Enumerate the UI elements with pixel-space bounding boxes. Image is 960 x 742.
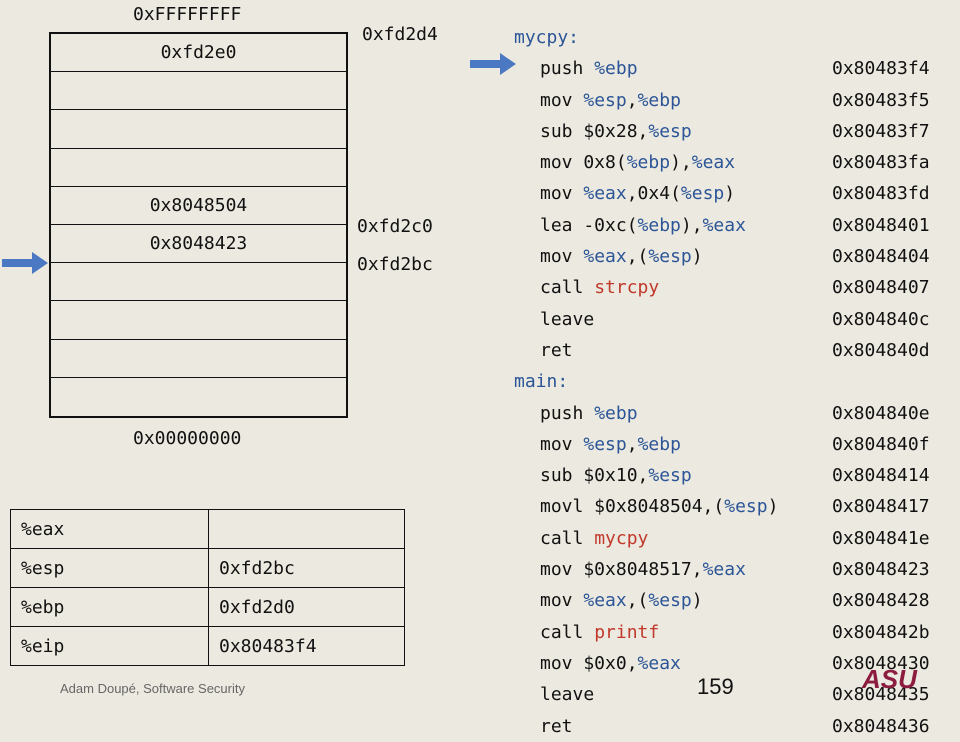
stack-cell — [51, 340, 346, 378]
asm-instruction: mov %eax,0x4(%esp) — [540, 183, 736, 205]
asm-instruction-row: push %ebp 0x80483f4 — [514, 53, 954, 84]
asm-instruction-row: mov %eax,(%esp) 0x8048428 — [514, 585, 954, 616]
stack-cell: 0x8048504 — [51, 187, 346, 225]
stack-cell: 0x8048423 — [51, 225, 346, 264]
asm-instruction-row: call mycpy 0x804841e — [514, 523, 954, 554]
asm-address: 0x804842b — [832, 621, 930, 643]
asm-instruction-row: ret 0x8048436 — [514, 711, 954, 742]
stack-cell — [51, 149, 346, 187]
footer-author: Adam Doupé, Software Security — [60, 681, 245, 696]
asm-address: 0x8048414 — [832, 465, 930, 487]
asm-instruction: sub $0x10,%esp — [540, 465, 692, 487]
asm-instruction: call strcpy — [540, 277, 660, 299]
asm-instruction-row: mov %eax,0x4(%esp) 0x80483fd — [514, 178, 954, 209]
asm-instruction-row: mov %esp,%ebp 0x80483f5 — [514, 85, 954, 116]
asm-address: 0x8048417 — [832, 496, 930, 518]
stack-diagram: 0xfd2e0 0x8048504 0x8048423 — [49, 32, 348, 418]
asm-address: 0x80483fa — [832, 152, 930, 174]
asm-instruction: mov 0x8(%ebp),%eax — [540, 152, 736, 174]
register-value: 0x80483f4 — [208, 626, 405, 666]
asm-instruction: mov %esp,%ebp — [540, 433, 681, 455]
asm-instruction-row: push %ebp 0x804840e — [514, 398, 954, 429]
assembly-listing: mycpy: push %ebp 0x80483f4 mov %esp,%ebp 0x8… — [514, 22, 954, 742]
asm-instruction: mov $0x8048517,%eax — [540, 559, 746, 581]
register-row: %ebp 0xfd2d0 — [10, 587, 405, 627]
asm-instruction: push %ebp — [540, 58, 638, 80]
stack-cell — [51, 301, 346, 340]
asm-address: 0x80483f4 — [832, 58, 930, 80]
asm-address: 0x804840e — [832, 402, 930, 424]
addr-label-fd2bc: 0xfd2bc — [357, 254, 433, 275]
asm-label-text: main: — [514, 371, 569, 393]
asm-address: 0x8048428 — [832, 590, 930, 612]
asm-instruction: lea -0xc(%ebp),%eax — [540, 214, 746, 236]
asm-instruction: mov %eax,(%esp) — [540, 246, 703, 268]
asm-instruction: call mycpy — [540, 527, 649, 549]
asm-instruction: mov %eax,(%esp) — [540, 590, 703, 612]
stack-top-label: 0xFFFFFFFF — [133, 4, 242, 25]
stack-cell — [51, 72, 346, 111]
asm-instruction: leave — [540, 308, 595, 330]
register-name: %eax — [10, 509, 209, 549]
asm-address: 0x804841e — [832, 527, 930, 549]
asm-instruction: leave — [540, 684, 595, 706]
register-row: %esp 0xfd2bc — [10, 548, 405, 588]
asm-instruction: movl $0x8048504,(%esp) — [540, 496, 779, 518]
stack-pointer-arrow-icon — [2, 252, 48, 274]
asm-instruction: ret — [540, 339, 573, 361]
addr-label-fd2c0: 0xfd2c0 — [357, 216, 433, 237]
asm-instruction-row: sub $0x10,%esp 0x8048414 — [514, 460, 954, 491]
asm-label-text: mycpy: — [514, 27, 580, 48]
stack-cell — [51, 263, 346, 302]
register-value: 0xfd2bc — [208, 548, 405, 588]
asm-function-label: mycpy: — [514, 22, 954, 53]
asm-instruction: push %ebp — [540, 402, 638, 424]
addr-label-fd2d4: 0xfd2d4 — [362, 24, 438, 45]
asm-address: 0x804840d — [832, 339, 930, 361]
asm-address: 0x8048401 — [832, 214, 930, 236]
asm-instruction-row: mov %eax,(%esp) 0x8048404 — [514, 241, 954, 272]
page-number: 159 — [697, 674, 734, 699]
stack-bottom-label: 0x00000000 — [133, 428, 242, 449]
asm-function-label: main: — [514, 366, 954, 397]
asm-instruction-row: leave 0x804840c — [514, 304, 954, 335]
register-name: %ebp — [10, 587, 209, 627]
asm-address: 0x8048404 — [832, 246, 930, 268]
asm-instruction-row: movl $0x8048504,(%esp) 0x8048417 — [514, 491, 954, 522]
stack-cell: 0xfd2e0 — [51, 34, 346, 73]
asm-address: 0x8048436 — [832, 715, 930, 737]
asm-instruction: sub $0x28,%esp — [540, 120, 692, 142]
register-name: %eip — [10, 626, 209, 666]
asm-instruction: call printf — [540, 621, 660, 643]
asm-instruction-row: mov $0x8048517,%eax 0x8048423 — [514, 554, 954, 585]
asm-instruction-row: sub $0x28,%esp 0x80483f7 — [514, 116, 954, 147]
register-name: %esp — [10, 548, 209, 588]
asm-address: 0x80483fd — [832, 183, 930, 205]
asm-address: 0x8048407 — [832, 277, 930, 299]
register-value — [208, 509, 405, 549]
asm-instruction: ret — [540, 715, 573, 737]
asm-instruction-row: call printf 0x804842b — [514, 617, 954, 648]
asm-instruction-row: mov %esp,%ebp 0x804840f — [514, 429, 954, 460]
asm-instruction-row: lea -0xc(%ebp),%eax 0x8048401 — [514, 210, 954, 241]
asm-address: 0x804840c — [832, 308, 930, 330]
register-row: %eip 0x80483f4 — [10, 626, 405, 666]
asm-address: 0x8048423 — [832, 559, 930, 581]
asm-instruction: mov %esp,%ebp — [540, 89, 681, 111]
register-row: %eax — [10, 509, 405, 549]
asm-address: 0x80483f5 — [832, 89, 930, 111]
asm-address: 0x804840f — [832, 433, 930, 455]
stack-cell — [51, 378, 346, 416]
instruction-pointer-arrow-icon — [470, 53, 516, 75]
asm-instruction-row: ret 0x804840d — [514, 335, 954, 366]
asm-instruction-row: call strcpy 0x8048407 — [514, 272, 954, 303]
asm-address: 0x80483f7 — [832, 120, 930, 142]
register-table: %eax %esp 0xfd2bc %ebp 0xfd2d0 %eip 0x80… — [10, 509, 405, 666]
asu-logo: ASU — [862, 664, 917, 694]
register-value: 0xfd2d0 — [208, 587, 405, 627]
asm-instruction: mov $0x0,%eax — [540, 652, 681, 674]
asm-instruction-row: mov 0x8(%ebp),%eax 0x80483fa — [514, 147, 954, 178]
stack-cell — [51, 110, 346, 149]
